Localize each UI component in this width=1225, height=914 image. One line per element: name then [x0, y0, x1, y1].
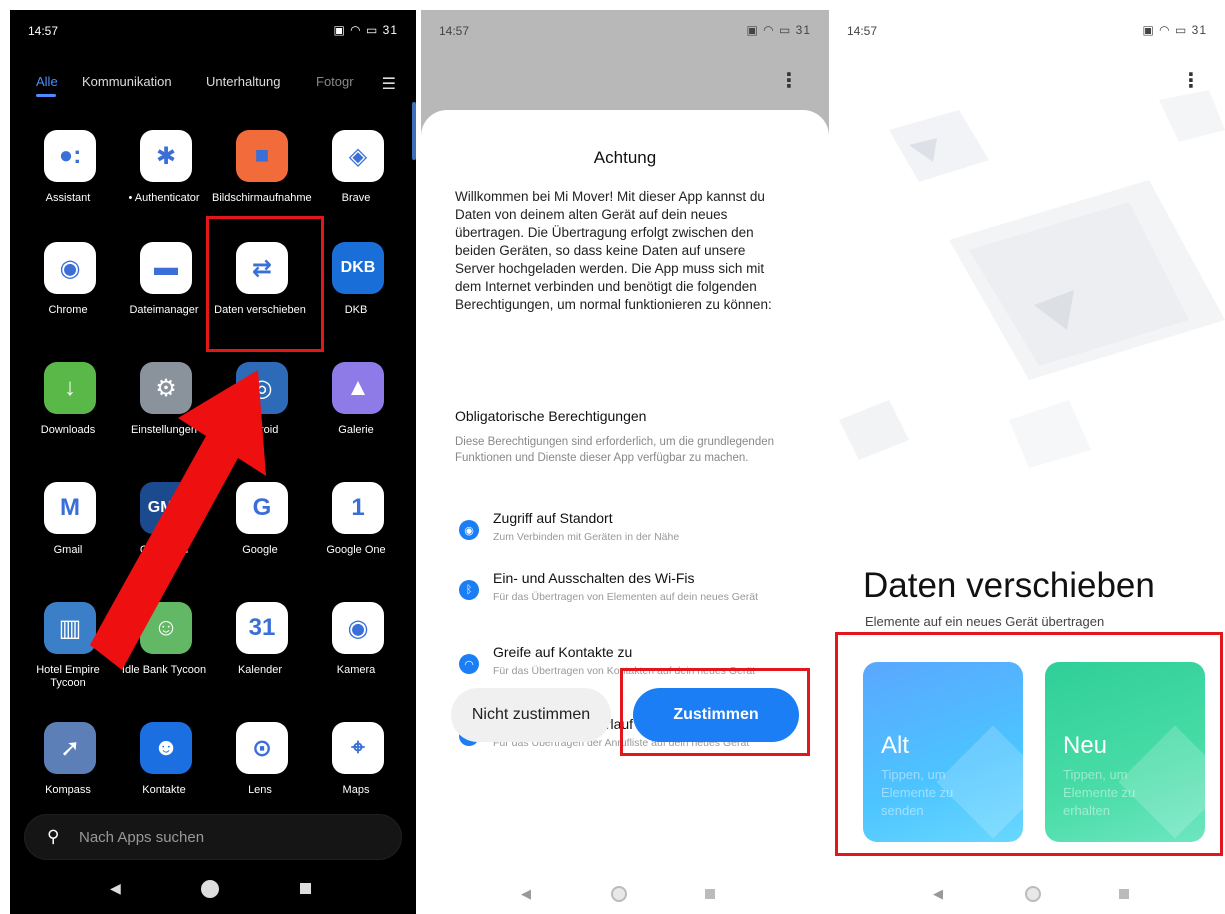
status-time: 14:57	[847, 24, 878, 38]
permission-item: ◉ Zugriff auf Standort Zum Verbinden mit…	[455, 510, 785, 560]
permissions-heading: Obligatorische Berechtigungen	[455, 408, 647, 424]
consent-screen: 14:57 ▣ ◠ ▭ 31 ⋮ Achtung Willkommen bei …	[421, 10, 829, 914]
permissions-description: Diese Berechtigungen sind erforderlich, …	[455, 436, 775, 464]
permission-item: ᛒ Ein- und Ausschalten des Wi-Fis Für da…	[455, 570, 785, 620]
app-label: Kompass	[45, 784, 91, 796]
app-label: Maps	[342, 784, 370, 796]
recents-icon[interactable]	[1119, 889, 1129, 899]
data-transfer-screen: 14:57 ▣ ◠ ▭ 31 ⋮ Daten verschieben Eleme…	[829, 10, 1225, 914]
red-arrow-annotation	[90, 370, 266, 670]
permission-desc: Zum Verbinden mit Geräten in der Nähe	[493, 531, 680, 543]
home-icon[interactable]	[1025, 886, 1041, 902]
back-icon[interactable]: ◀	[933, 886, 943, 902]
permission-title: Greife auf Kontakte zu	[493, 644, 633, 660]
transfer-illustration	[839, 90, 1225, 468]
search-icon: ⚲	[47, 827, 60, 846]
highlight-box	[835, 632, 1223, 856]
app-drawer-screen: 14:57 ▣ ◠ ▭ 31 Alle Kommunikation Unterh…	[10, 10, 416, 914]
dialog-title: Achtung	[593, 148, 657, 167]
search-placeholder: Nach Apps suchen	[79, 829, 205, 846]
status-icons: ▣ ◠ ▭ 31	[1142, 23, 1207, 37]
page-subtitle: Elemente auf ein neues Gerät übertragen	[865, 614, 1105, 629]
more-options-icon[interactable]: ⋮	[779, 68, 799, 93]
app-label: Kontakte	[142, 784, 186, 796]
page-title: Daten verschieben	[863, 566, 1155, 605]
status-time: 14:57	[439, 24, 470, 38]
maps-icon: ⌖	[332, 722, 384, 774]
consent-sheet: Achtung Willkommen bei Mi Mover! Mit die…	[421, 110, 829, 914]
dialog-intro: Willkommen bei Mi Mover! Mit dieser App …	[455, 189, 772, 312]
back-icon[interactable]: ◀	[110, 880, 121, 897]
nav-bar: ◀	[10, 864, 416, 914]
compass-icon: ➚	[44, 722, 96, 774]
permission-title: Zugriff auf Standort	[493, 510, 613, 526]
wifi-icon: ◠	[459, 654, 479, 674]
decline-button[interactable]: Nicht zustimmen	[451, 688, 611, 742]
home-icon[interactable]	[611, 886, 627, 902]
bluetooth-icon: ᛒ	[459, 580, 479, 600]
recents-icon[interactable]	[300, 883, 311, 894]
search-input[interactable]: ⚲ Nach Apps suchen	[24, 814, 402, 860]
status-bar: 14:57 ▣ ◠ ▭ 31	[829, 10, 1225, 52]
permission-desc: Für das Übertragen von Elementen auf dei…	[493, 591, 758, 603]
status-bar: 14:57 ▣ ◠ ▭ 31	[421, 10, 829, 52]
back-icon[interactable]: ◀	[521, 886, 531, 902]
app-label: Lens	[248, 784, 272, 796]
lens-icon: ⊙	[236, 722, 288, 774]
recents-icon[interactable]	[705, 889, 715, 899]
home-icon[interactable]	[201, 880, 219, 898]
location-icon: ◉	[459, 520, 479, 540]
contacts-icon: ☻	[140, 722, 192, 774]
permission-title: Ein- und Ausschalten des Wi-Fis	[493, 570, 695, 586]
status-icons: ▣ ◠ ▭ 31	[746, 23, 811, 37]
highlight-box	[620, 668, 810, 756]
